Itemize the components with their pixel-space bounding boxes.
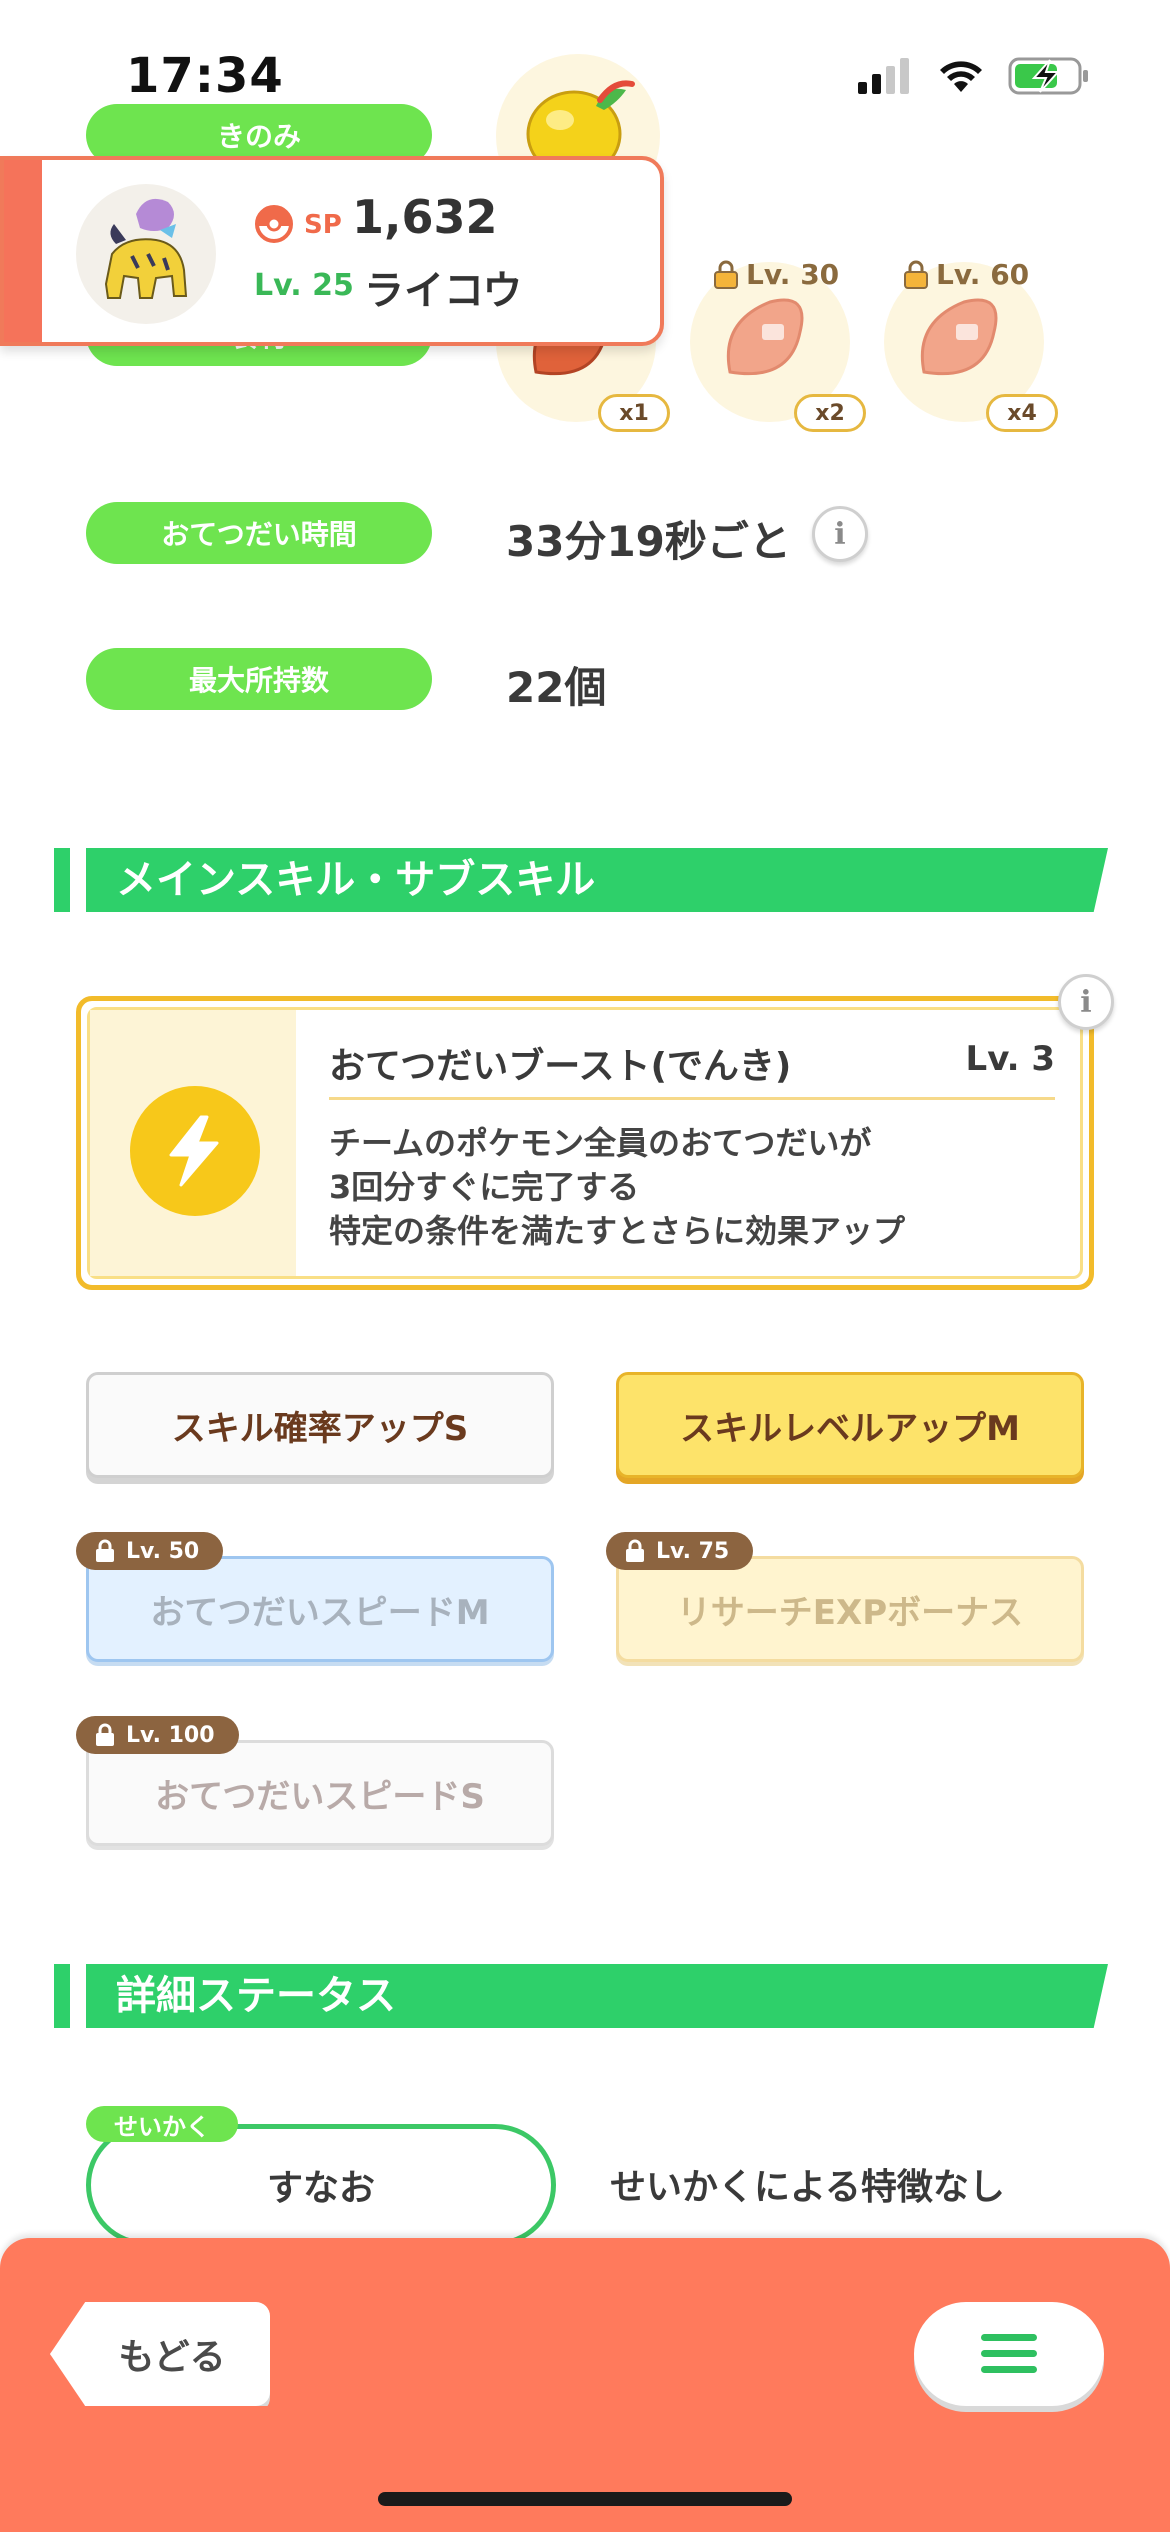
description-line: チームのポケモン全員のおてつだいが xyxy=(329,1124,872,1162)
pokemon-summary-card[interactable]: SP 1,632 Lv. 25 ライコウ xyxy=(0,156,664,346)
main-skill-level: Lv. 3 xyxy=(965,1039,1055,1079)
ingredient-lock-label: Lv. 30 xyxy=(746,258,840,291)
pokeball-icon xyxy=(255,205,293,243)
sub-skill-button[interactable]: スキルレベルアップM xyxy=(616,1372,1084,1478)
lock-icon xyxy=(714,260,738,289)
lock-icon xyxy=(96,1539,114,1562)
sub-skill-lock-tag: Lv. 50 xyxy=(76,1532,224,1570)
status-time: 17:34 xyxy=(126,48,284,104)
sub-skill-lock-tag: Lv. 100 xyxy=(76,1716,239,1754)
max-carry-label: 最大所持数 xyxy=(86,648,432,710)
lock-level: Lv. 75 xyxy=(656,1538,730,1564)
wifi-icon xyxy=(940,61,982,92)
section-title: 詳細ステータス xyxy=(116,1973,396,2019)
lock-icon xyxy=(904,260,928,289)
electric-type-icon xyxy=(130,1086,260,1216)
section-header-skills: メインスキル・サブスキル xyxy=(54,848,1108,912)
card-accent-stripe xyxy=(4,160,42,342)
sub-skill-button-locked[interactable]: おてつだいスピードS xyxy=(86,1740,554,1846)
nature-tag: せいかく xyxy=(86,2106,238,2142)
sp-label: SP xyxy=(304,210,342,240)
sub-skill-button-locked[interactable]: リサーチEXPボーナス xyxy=(616,1556,1084,1662)
main-skill-card[interactable]: おてつだいブースト(でんき) Lv. 3 チームのポケモン全員のおてつだいが 3… xyxy=(76,996,1094,1290)
pokemon-name: ライコウ xyxy=(364,268,523,314)
lightning-bolt-icon xyxy=(169,1115,219,1187)
menu-button[interactable] xyxy=(914,2302,1104,2406)
ingredient-qty-3: x4 xyxy=(986,394,1058,432)
lock-icon xyxy=(96,1723,114,1746)
lock-level: Lv. 50 xyxy=(126,1538,200,1564)
nature-value-box[interactable]: すなお xyxy=(86,2124,556,2246)
sub-skill-button-locked[interactable]: おてつだいスピードM xyxy=(86,1556,554,1662)
main-skill-name: おてつだいブースト(でんき) xyxy=(329,1046,792,1087)
description-line: 特定の条件を満たすとさらに効果アップ xyxy=(329,1212,906,1250)
status-icons xyxy=(858,56,1090,96)
ingredient-qty-1: x1 xyxy=(598,394,670,432)
section-header-details: 詳細ステータス xyxy=(54,1964,1108,2028)
info-icon: i xyxy=(1080,984,1092,1020)
pokemon-avatar xyxy=(76,184,216,324)
raikou-icon xyxy=(104,198,188,299)
lock-icon xyxy=(626,1539,644,1562)
max-carry-value: 22個 xyxy=(506,663,607,712)
sp-value: 1,632 xyxy=(352,190,498,244)
home-indicator xyxy=(378,2492,792,2506)
help-time-value: 33分19秒ごと xyxy=(506,517,791,566)
ingredient-lock-3: Lv. 60 xyxy=(902,258,1029,291)
pokemon-level: Lv. 25 xyxy=(254,268,354,303)
nature-description: せいかくによる特徴なし xyxy=(610,2167,1005,2208)
help-time-label: おてつだい時間 xyxy=(86,502,432,564)
help-time-info-button[interactable]: i xyxy=(812,506,868,562)
cellular-signal-icon xyxy=(858,58,909,94)
sub-skill-lock-tag: Lv. 75 xyxy=(606,1532,754,1570)
ingredient-qty-2: x2 xyxy=(794,394,866,432)
back-button[interactable]: もどる xyxy=(50,2302,270,2406)
main-skill-description: チームのポケモン全員のおてつだいが 3回分すぐに完了する 特定の条件を満たすとさ… xyxy=(329,1121,905,1253)
info-icon: i xyxy=(834,516,846,552)
sub-skill-button[interactable]: スキル確率アップS xyxy=(86,1372,554,1478)
hamburger-menu-icon xyxy=(981,2334,1037,2373)
section-title: メインスキル・サブスキル xyxy=(116,857,596,903)
ingredient-lock-2: Lv. 30 xyxy=(712,258,839,291)
ingredient-lock-label: Lv. 60 xyxy=(936,258,1030,291)
lock-level: Lv. 100 xyxy=(126,1722,215,1748)
main-skill-info-button[interactable]: i xyxy=(1058,974,1114,1030)
battery-charging-icon xyxy=(1008,57,1088,95)
description-line: 3回分すぐに完了する xyxy=(329,1168,640,1206)
